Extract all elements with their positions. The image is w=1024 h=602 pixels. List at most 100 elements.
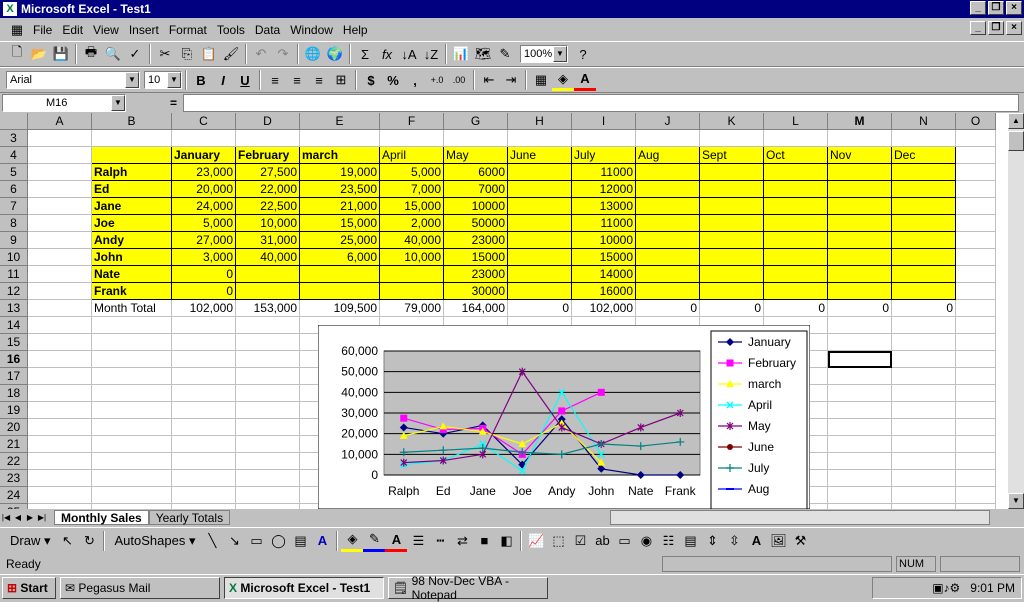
format-painter-icon[interactable]: 🖌 — [220, 43, 242, 65]
data-point[interactable] — [727, 444, 733, 450]
sales-value[interactable]: 19,000 — [300, 164, 380, 181]
cell[interactable] — [828, 402, 892, 419]
sales-value[interactable] — [764, 232, 828, 249]
print-icon[interactable]: 🖶 — [80, 43, 102, 65]
cell[interactable] — [28, 147, 92, 164]
cell[interactable] — [956, 181, 996, 198]
align-center-icon[interactable]: ≡ — [286, 69, 308, 91]
cell[interactable] — [956, 249, 996, 266]
sales-value[interactable] — [508, 266, 572, 283]
cell[interactable] — [236, 130, 300, 147]
minimize-button[interactable]: _ — [970, 1, 986, 15]
cell[interactable] — [28, 215, 92, 232]
sort-ascending-icon[interactable]: ↓A — [398, 43, 420, 65]
last-sheet-icon[interactable]: ▶| — [36, 507, 48, 529]
cell[interactable] — [92, 453, 172, 470]
cell[interactable] — [92, 402, 172, 419]
sales-value[interactable]: 5,000 — [172, 215, 236, 232]
cell[interactable] — [172, 436, 236, 453]
active-cell-m16[interactable] — [828, 351, 892, 368]
cell[interactable] — [828, 317, 892, 334]
column-header-j[interactable]: J — [636, 113, 700, 130]
sales-value[interactable] — [636, 266, 700, 283]
row-header-5[interactable]: 5 — [0, 164, 28, 181]
sales-value[interactable]: 23,000 — [172, 164, 236, 181]
sales-value[interactable]: 11000 — [572, 164, 636, 181]
zoom-combo[interactable]: 100% ▼ — [520, 45, 568, 63]
dash-style-icon[interactable]: ┅ — [429, 530, 451, 552]
sales-value[interactable] — [828, 181, 892, 198]
sales-value[interactable] — [892, 164, 956, 181]
sales-value[interactable] — [700, 249, 764, 266]
spelling-icon[interactable]: ✓ — [124, 43, 146, 65]
font-size-combo[interactable]: 10 ▼ — [144, 71, 182, 89]
list-box-icon[interactable]: ☷ — [657, 530, 679, 552]
month-header[interactable]: Aug — [636, 147, 700, 164]
cell[interactable] — [172, 368, 236, 385]
text-box-icon[interactable]: ▤ — [289, 530, 311, 552]
cell[interactable] — [92, 487, 172, 504]
sales-value[interactable] — [636, 164, 700, 181]
cell[interactable] — [828, 368, 892, 385]
sales-value[interactable]: 13000 — [572, 198, 636, 215]
cell[interactable] — [956, 368, 996, 385]
sort-descending-icon[interactable]: ↓Z — [420, 43, 442, 65]
arrow-style-icon[interactable]: ⇄ — [451, 530, 473, 552]
cell[interactable] — [92, 436, 172, 453]
prev-sheet-icon[interactable]: ◀ — [12, 507, 24, 529]
sales-value[interactable] — [700, 198, 764, 215]
chevron-down-icon[interactable]: ▼ — [125, 72, 139, 88]
sales-value[interactable]: 10000 — [572, 232, 636, 249]
sales-value[interactable]: 16000 — [572, 283, 636, 300]
chart-wizard-icon[interactable]: 📊 — [450, 43, 472, 65]
row-header-9[interactable]: 9 — [0, 232, 28, 249]
cell[interactable] — [892, 351, 956, 368]
month-total-value[interactable]: 0 — [892, 300, 956, 317]
workbook-icon[interactable]: ▦ — [6, 19, 28, 41]
menu-window[interactable]: Window — [285, 23, 338, 37]
cell[interactable] — [444, 130, 508, 147]
sales-value[interactable] — [508, 283, 572, 300]
3d-icon[interactable]: ◧ — [495, 530, 517, 552]
cell[interactable] — [828, 419, 892, 436]
row-header-10[interactable]: 10 — [0, 249, 28, 266]
sales-value[interactable] — [764, 215, 828, 232]
cell[interactable] — [300, 130, 380, 147]
open-icon[interactable]: 📂 — [28, 43, 50, 65]
menu-tools[interactable]: Tools — [212, 23, 250, 37]
scroll-bar-icon[interactable]: ⇕ — [701, 530, 723, 552]
month-total-value[interactable]: 0 — [828, 300, 892, 317]
sales-value[interactable]: 0 — [172, 283, 236, 300]
cell[interactable] — [92, 130, 172, 147]
decrease-decimal-icon[interactable]: .00 — [448, 69, 470, 91]
column-header-o[interactable]: O — [956, 113, 996, 130]
cell[interactable] — [92, 334, 172, 351]
underline-icon[interactable]: U — [234, 69, 256, 91]
sales-value[interactable] — [700, 283, 764, 300]
free-rotate-icon[interactable]: ↻ — [78, 530, 100, 552]
month-header[interactable]: Oct — [764, 147, 828, 164]
sales-value[interactable] — [828, 266, 892, 283]
fill-color-icon[interactable]: ◈ — [341, 530, 364, 552]
italic-icon[interactable]: I — [212, 69, 234, 91]
cell[interactable] — [28, 436, 92, 453]
cell[interactable] — [508, 130, 572, 147]
cell[interactable] — [236, 419, 300, 436]
sales-value[interactable] — [764, 198, 828, 215]
cell[interactable] — [92, 368, 172, 385]
month-header[interactable]: march — [300, 147, 380, 164]
cell[interactable] — [892, 385, 956, 402]
sales-value[interactable] — [892, 266, 956, 283]
cell[interactable] — [236, 351, 300, 368]
sales-value[interactable] — [764, 181, 828, 198]
cell[interactable] — [28, 385, 92, 402]
cell[interactable] — [172, 351, 236, 368]
tab-yearly-totals[interactable]: Yearly Totals — [148, 510, 231, 525]
borders-icon[interactable]: ▦ — [530, 69, 552, 91]
month-header[interactable]: January — [172, 147, 236, 164]
scroll-up-icon[interactable]: ▲ — [1008, 113, 1024, 129]
rectangle-icon[interactable]: ▭ — [245, 530, 267, 552]
sales-value[interactable] — [636, 232, 700, 249]
sales-value[interactable] — [236, 283, 300, 300]
row-header-19[interactable]: 19 — [0, 402, 28, 419]
